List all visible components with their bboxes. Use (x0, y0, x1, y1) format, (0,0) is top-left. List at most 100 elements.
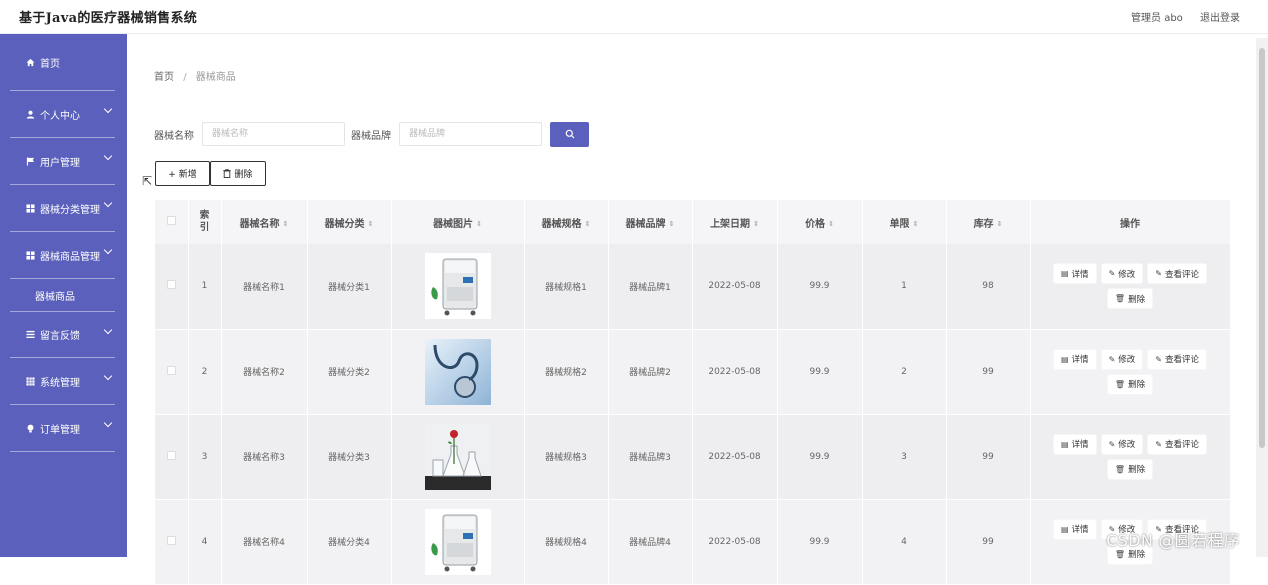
edit-icon: ✎ (1108, 439, 1116, 449)
view-comments-button[interactable]: ✎ 查看评论 (1148, 264, 1206, 284)
trash-icon (223, 169, 232, 178)
grid-icon (25, 250, 35, 260)
brand-cell: 器械品牌2 (608, 329, 693, 415)
view-comments-button[interactable]: ✎ 查看评论 (1148, 434, 1206, 454)
sidebar-item-home[interactable]: 首页 (10, 34, 115, 91)
sort-icon: ⇕ (668, 219, 675, 228)
breadcrumb: 首页 / 器械商品 (154, 68, 236, 83)
edit-button[interactable]: ✎ 修改 (1101, 434, 1143, 454)
list-icon (25, 330, 35, 340)
select-all-checkbox[interactable] (166, 216, 176, 225)
column-header[interactable]: 器械规格 ⇕ (524, 200, 609, 244)
sidebar-subitem-products[interactable]: 器械商品 (10, 279, 115, 311)
select-all-cell (155, 200, 189, 244)
column-header[interactable]: 器械名称 ⇕ (221, 200, 308, 244)
sidebar-item-profile[interactable]: 个人中心 (10, 91, 115, 138)
sidebar-item-label: 留言反馈 (40, 331, 80, 342)
action-buttons: + 新增 删除 (155, 161, 266, 186)
date-cell: 2022-05-08 (692, 414, 778, 500)
edit-icon: ✎ (1108, 354, 1116, 364)
brand-cell: 器械品牌4 (608, 499, 693, 585)
image-cell (391, 414, 525, 500)
search-button[interactable] (550, 121, 589, 147)
table-row: 4 器械名称4 器械分类4 器械规格4 器械品牌4 2022-05-08 99.9 4 99 ▤ 详… (155, 499, 1231, 585)
delete-row-button[interactable]: 🗑 删除 (1107, 459, 1153, 479)
column-header[interactable]: 器械品牌 ⇕ (608, 200, 693, 244)
column-header[interactable]: 库存 ⇕ (946, 200, 1031, 244)
index-cell: 1 (188, 244, 222, 330)
price-cell: 99.9 (777, 329, 863, 415)
sidebar-item-system[interactable]: 系统管理 (10, 358, 115, 405)
row-actions: ▤ 详情 ✎ 修改 ✎ 查看评论 🗑 删除 (1036, 434, 1224, 479)
vertical-scrollbar[interactable] (1256, 38, 1268, 557)
stock-cell: 99 (946, 499, 1031, 585)
home-icon (25, 57, 35, 67)
chevron-down-icon (103, 198, 113, 208)
grid-icon (25, 203, 35, 213)
add-button[interactable]: + 新增 (155, 161, 210, 186)
row-actions: ▤ 详情 ✎ 修改 ✎ 查看评论 🗑 删除 (1036, 349, 1224, 394)
sidebar-item-users[interactable]: 用户管理 (10, 138, 115, 185)
price-cell: 99.9 (777, 499, 863, 585)
chevron-down-icon (103, 371, 113, 381)
device-image (392, 253, 524, 320)
sidebar-item-products[interactable]: 器械商品管理 (10, 232, 115, 279)
row-select-cell (155, 414, 189, 500)
edit-button[interactable]: ✎ 修改 (1101, 349, 1143, 369)
column-header[interactable]: 单限 ⇕ (862, 200, 947, 244)
delete-row-button[interactable]: 🗑 删除 (1107, 374, 1153, 394)
spec-cell: 器械规格2 (524, 329, 609, 415)
view-comments-button[interactable]: ✎ 查看评论 (1148, 349, 1206, 369)
trash-icon: 🗑 (1114, 464, 1126, 474)
edit-button[interactable]: ✎ 修改 (1101, 264, 1143, 284)
column-header[interactable]: 价格 ⇕ (777, 200, 863, 244)
ops-cell: ▤ 详情 ✎ 修改 ✎ 查看评论 🗑 删除 (1030, 244, 1231, 330)
delete-button[interactable]: 删除 (210, 161, 266, 186)
column-header[interactable]: 器械图片 ⇕ (391, 200, 525, 244)
limit-cell: 4 (862, 499, 947, 585)
sidebar-item-label: 器械分类管理 (40, 204, 100, 216)
spec-cell: 器械规格3 (524, 414, 609, 500)
sidebar-item-label: 个人中心 (40, 110, 80, 122)
delete-row-button[interactable]: 🗑 删除 (1107, 289, 1153, 309)
column-header[interactable]: 上架日期 ⇕ (692, 200, 778, 244)
column-header: 索引 (188, 200, 222, 244)
logout-link[interactable]: 退出登录 (1200, 13, 1240, 24)
grid-icon (25, 376, 35, 386)
sidebar-item-feedback[interactable]: 留言反馈 (10, 311, 115, 358)
image-cell (391, 244, 525, 330)
name-cell: 器械名称3 (221, 414, 308, 500)
stock-cell: 99 (946, 414, 1031, 500)
sort-icon: ⇕ (476, 219, 482, 228)
delete-button-label: 删除 (234, 170, 253, 180)
column-header: 操作 (1030, 200, 1231, 244)
user-icon (25, 109, 35, 119)
row-checkbox[interactable] (166, 450, 176, 460)
table-row: 3 器械名称3 器械分类3 器械规格3 器械品牌3 2022-05-08 99.9 3 99 ▤ 详… (155, 414, 1231, 500)
document-icon: ▤ (1060, 354, 1069, 364)
ops-cell: ▤ 详情 ✎ 修改 ✎ 查看评论 🗑 删除 (1030, 329, 1231, 415)
stock-cell: 99 (946, 329, 1031, 415)
sidebar-item-orders[interactable]: 订单管理 (10, 405, 115, 452)
brand-search-input[interactable] (399, 122, 542, 146)
brand-cell: 器械品牌1 (608, 244, 693, 330)
index-cell: 4 (188, 499, 222, 585)
detail-button[interactable]: ▤ 详情 (1053, 434, 1096, 454)
date-cell: 2022-05-08 (692, 329, 778, 415)
row-checkbox[interactable] (166, 280, 176, 290)
breadcrumb-home[interactable]: 首页 (154, 72, 174, 83)
sidebar-item-label: 首页 (40, 58, 60, 70)
stethoscope-image (392, 338, 524, 405)
row-checkbox[interactable] (166, 365, 176, 375)
detail-button[interactable]: ▤ 详情 (1053, 519, 1096, 539)
spec-cell: 器械规格1 (524, 244, 609, 330)
sidebar-item-label: 订单管理 (40, 424, 80, 436)
row-checkbox[interactable] (166, 535, 176, 545)
main-content: 首页 / 器械商品 器械名称 器械品牌 + 新增 删除 ⇱ 索引 器械名称⇕ 器… (130, 38, 1254, 585)
column-header[interactable]: 器械分类 ⇕ (307, 200, 392, 244)
scrollbar-thumb[interactable] (1259, 48, 1265, 448)
detail-button[interactable]: ▤ 详情 (1053, 264, 1096, 284)
sidebar-item-category[interactable]: 器械分类管理 (10, 185, 115, 232)
detail-button[interactable]: ▤ 详情 (1053, 349, 1096, 369)
name-search-input[interactable] (202, 122, 345, 146)
